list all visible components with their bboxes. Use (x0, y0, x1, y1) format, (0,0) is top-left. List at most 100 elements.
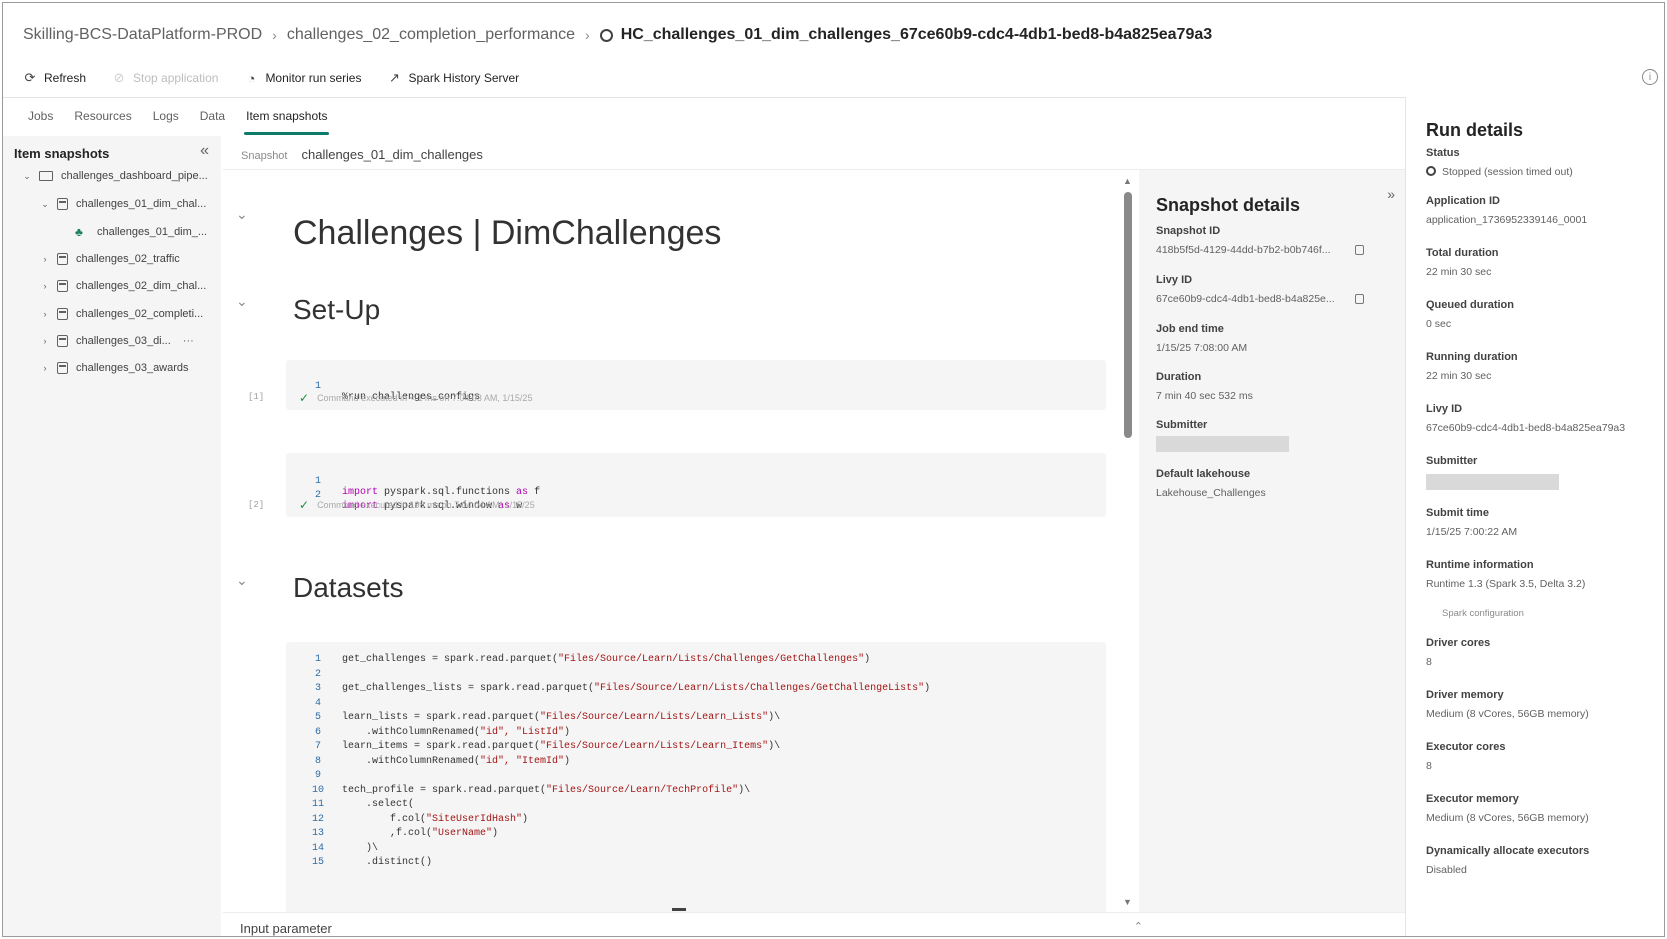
code-string: "Files/Source/Learn/TechProfile" (546, 784, 739, 796)
info-icon[interactable]: i (1642, 69, 1658, 85)
breadcrumb: Skilling-BCS-DataPlatform-PROD › challen… (23, 23, 1212, 47)
tree-item-notebook[interactable]: › challenges_03_awards (39, 360, 189, 376)
chevron-right-icon[interactable]: › (39, 281, 51, 291)
line-number: 14 (312, 842, 325, 854)
stop-application-button[interactable]: ⊘ Stop application (112, 70, 219, 85)
refresh-button[interactable]: ⟳ Refresh (23, 70, 86, 85)
tree-item-pipeline[interactable]: ⌄ challenges_dashboard_pipe... (21, 168, 208, 184)
copy-icon[interactable] (1355, 294, 1364, 304)
collapse-section-icon[interactable]: ⌄ (236, 206, 248, 223)
code-text: f.col("SiteUserIdHash") (342, 814, 528, 825)
checkmark-icon: ✓ (299, 391, 310, 405)
notebook-icon (57, 335, 68, 347)
code-text: import pyspark.sql.functions as f (342, 487, 540, 498)
code-text: )\ (342, 842, 379, 854)
chevron-down-icon[interactable]: ⌄ (21, 171, 33, 182)
code-text: get_challenges_lists = spark.read.parque… (342, 683, 930, 694)
field-label: Submitter (1156, 419, 1208, 431)
copy-icon[interactable] (1355, 245, 1364, 255)
code-string: "Files/Source/Learn/Lists/Challenges/Get… (558, 654, 865, 665)
code-line: 2 import pyspark.sql.window as w (286, 479, 522, 512)
execution-count: [2] (248, 500, 265, 510)
code-keyword: import (342, 487, 379, 498)
code-string: "Files/Source/Learn/Lists/Challenges/Get… (594, 683, 925, 694)
tree-item-notebook[interactable]: › challenges_02_traffic (39, 251, 180, 267)
chevron-down-icon[interactable]: ⌄ (39, 199, 51, 210)
tree-item-notebook[interactable]: › challenges_02_completi... (39, 306, 203, 322)
code-text: f.col( (342, 813, 427, 825)
snapshot-icon: ♣ (75, 225, 83, 239)
code-text: .select( (342, 799, 414, 810)
tab-jobs[interactable]: Jobs (28, 103, 53, 135)
spark-configuration-link[interactable]: Spark configuration (1442, 608, 1524, 619)
executor-memory-value: Medium (8 vCores, 56GB memory) (1426, 812, 1589, 824)
code-cell[interactable]: 1 import pyspark.sql.functions as f 2 im… (286, 453, 1106, 517)
field-label: Livy ID (1156, 274, 1193, 286)
collapse-section-icon[interactable]: ⌄ (236, 572, 248, 589)
line-number: 15 (312, 857, 325, 868)
notebook-scrollbar[interactable]: ▲ ▼ (1121, 170, 1135, 912)
open-external-icon: ↗ (389, 70, 400, 85)
tree-item-notebook[interactable]: ⌄ challenges_01_dim_chal... (39, 196, 206, 212)
chevron-right-icon[interactable]: › (39, 254, 51, 264)
tree-item-label: challenges_02_traffic (76, 253, 180, 265)
monitor-run-series-button[interactable]: ◔ Monitor run series (244, 71, 362, 86)
code-cell[interactable]: 1 %run challenges_configs ✓ Command exec… (286, 360, 1106, 410)
tab-bar: Jobs Resources Logs Data Item snapshots (28, 103, 348, 135)
stopped-status-icon (1426, 166, 1436, 176)
field-label: Running duration (1426, 351, 1518, 363)
code-cell[interactable]: 1 get_challenges = spark.read.parquet("Fi… (286, 642, 1106, 912)
code-text: learn_items = spark.read.parquet( (342, 741, 541, 752)
field-label: Driver cores (1426, 637, 1491, 649)
default-lakehouse-value[interactable]: Lakehouse_Challenges (1156, 487, 1266, 499)
snapshot-name: challenges_01_dim_challenges (301, 147, 483, 162)
breadcrumb-notebook[interactable]: challenges_02_completion_performance (287, 26, 575, 44)
chevron-right-icon[interactable]: › (39, 363, 51, 373)
tree-item-snapshot[interactable]: ♣ challenges_01_dim_... (75, 224, 207, 240)
resize-handle[interactable] (672, 908, 686, 911)
code-text: ) (924, 683, 931, 694)
line-number: 3 (314, 683, 321, 694)
tree-item-notebook[interactable]: › challenges_03_di... ··· (39, 333, 194, 349)
collapse-panel-icon[interactable]: « (200, 142, 209, 160)
tab-logs[interactable]: Logs (153, 103, 179, 135)
field-label: Status (1426, 147, 1460, 159)
code-text: ) (564, 755, 571, 767)
scrollbar-thumb[interactable] (1124, 192, 1132, 438)
field-label: Executor cores (1426, 741, 1506, 753)
tree-item-notebook[interactable]: › challenges_02_dim_chal... (39, 278, 206, 294)
checkmark-icon: ✓ (299, 498, 310, 512)
collapse-section-icon[interactable]: ⌄ (236, 293, 248, 310)
tab-resources[interactable]: Resources (74, 103, 131, 135)
tab-item-snapshots[interactable]: Item snapshots (244, 103, 330, 135)
code-string: "SiteUserIdHash" (426, 813, 523, 825)
spark-history-server-button[interactable]: ↗ Spark History Server (387, 70, 519, 85)
expand-panel-icon[interactable]: » (1387, 186, 1395, 202)
queued-duration-value: 0 sec (1426, 318, 1452, 330)
input-parameter-label: Input parameter (240, 921, 332, 936)
chevron-up-icon[interactable]: ⌃ (1134, 920, 1143, 933)
snapshot-header: Snapshot challenges_01_dim_challenges (241, 147, 483, 162)
input-parameter-bar[interactable]: Input parameter ⌃ (223, 908, 1405, 936)
line-number: 9 (314, 770, 321, 781)
code-text: .withColumnRenamed( (342, 726, 481, 738)
tree-item-label: challenges_03_di... (76, 335, 171, 347)
scroll-down-icon[interactable]: ▼ (1123, 897, 1132, 907)
code-text: ,f.col("UserName") (342, 828, 498, 839)
duration-value: 7 min 40 sec 532 ms (1156, 390, 1253, 402)
breadcrumb-workspace[interactable]: Skilling-BCS-DataPlatform-PROD (23, 26, 262, 44)
code-text: .distinct() (342, 857, 433, 868)
notebook-icon (57, 253, 68, 265)
chevron-right-icon[interactable]: › (39, 336, 51, 346)
line-number: 2 (314, 668, 321, 680)
field-label: Runtime information (1426, 559, 1534, 571)
scroll-up-icon[interactable]: ▲ (1123, 176, 1132, 186)
cell-status-text: Command executed in 198 ms on 7:04:04 AM… (317, 500, 535, 510)
tab-data[interactable]: Data (200, 103, 225, 135)
code-string: "id", "ItemId" (480, 755, 565, 767)
field-label: Livy ID (1426, 403, 1463, 415)
breadcrumb-current: HC_challenges_01_dim_challenges_67ce60b9… (599, 26, 1212, 44)
toolbar: ⟳ Refresh ⊘ Stop application ◔ Monitor r… (23, 67, 545, 89)
chevron-right-icon[interactable]: › (39, 309, 51, 319)
more-options-icon[interactable]: ··· (183, 335, 194, 347)
